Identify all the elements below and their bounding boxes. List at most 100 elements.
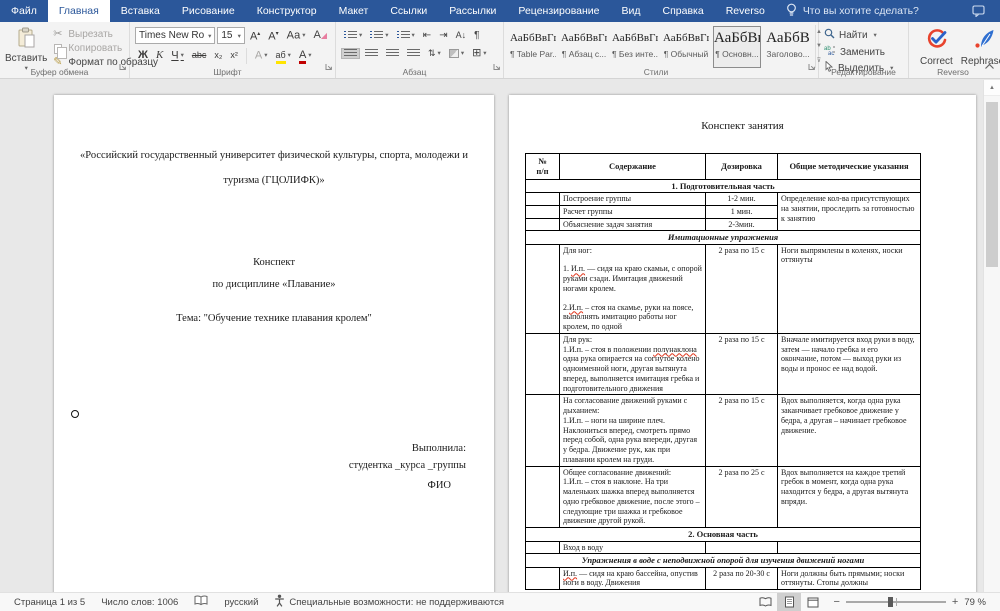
dosage-cell[interactable]: 2 раза по 15 с	[706, 333, 778, 395]
tab-mailings[interactable]: Рассылки	[438, 0, 507, 22]
style-abzac-s[interactable]: АаБбВвГг¶ Абзац с...	[560, 26, 608, 68]
read-mode-button[interactable]	[753, 593, 777, 611]
bold-button[interactable]: Ж	[135, 48, 151, 63]
print-layout-button[interactable]	[777, 593, 801, 611]
justify-button[interactable]	[404, 48, 423, 59]
zoom-slider-thumb[interactable]	[888, 597, 893, 607]
text-highlight-button[interactable]: аб	[273, 48, 294, 64]
notes-cell[interactable]: Ноги должны быть прямыми; носки оттянуты…	[778, 567, 921, 590]
decrease-indent-button[interactable]	[420, 28, 434, 43]
tell-me-search[interactable]: Что вы хотите сделать?	[786, 0, 919, 22]
dosage-cell[interactable]: 2 раза по 20-30 с	[706, 567, 778, 590]
align-left-button[interactable]	[341, 48, 360, 59]
zoom-out-button[interactable]: −	[833, 596, 839, 608]
collapse-ribbon-icon[interactable]	[984, 57, 995, 75]
grow-font-button[interactable]: А▴	[247, 27, 263, 45]
tab-insert[interactable]: Вставка	[110, 0, 171, 22]
tab-home[interactable]: Главная	[48, 0, 110, 22]
content-cell[interactable]: И.п. — сидя на краю бассейна, опустив но…	[560, 567, 706, 590]
language-indicator[interactable]: русский	[216, 597, 266, 608]
sort-button[interactable]	[453, 28, 470, 43]
content-cell[interactable]: Для рук:1.И.п. – стоя в положении полуна…	[560, 333, 706, 395]
bullet-list-button[interactable]	[341, 28, 365, 43]
zoom-slider[interactable]	[846, 601, 946, 603]
content-cell[interactable]: Построение группы	[560, 193, 706, 206]
font-color-button[interactable]: А	[296, 48, 315, 64]
tab-reverso[interactable]: Reverso	[715, 0, 776, 22]
font-size-select[interactable]: 15▾	[217, 27, 245, 44]
superscript-button[interactable]: х²	[227, 48, 241, 63]
shading-button[interactable]	[446, 46, 467, 61]
line-spacing-button[interactable]	[425, 46, 444, 61]
section-cell[interactable]: 1. Подготовительная часть	[526, 179, 921, 192]
scrollbar-thumb[interactable]	[986, 102, 998, 267]
dosage-cell[interactable]	[706, 541, 778, 554]
header-notes[interactable]: Общие методические указания	[778, 154, 921, 180]
zoom-level[interactable]: 79 %	[964, 597, 986, 608]
content-cell[interactable]: Для ног:1. И.п. — сидя на краю скамьи, с…	[560, 244, 706, 333]
header-num[interactable]: № п/п	[526, 154, 560, 180]
tab-draw[interactable]: Рисование	[171, 0, 246, 22]
reverso-correct-button[interactable]: Correct	[920, 28, 953, 67]
content-cell[interactable]: Расчет группы	[560, 205, 706, 218]
header-dosage[interactable]: Дозировка	[706, 154, 778, 180]
multilevel-list-button[interactable]	[394, 28, 418, 43]
dosage-cell[interactable]: 1-2 мин.	[706, 193, 778, 206]
accessibility-status[interactable]: Специальные возможности: не поддерживают…	[266, 594, 512, 610]
web-layout-button[interactable]	[801, 593, 825, 611]
num-cell[interactable]	[526, 244, 560, 333]
dosage-cell[interactable]: 2 раза по 25 с	[706, 466, 778, 528]
tab-review[interactable]: Рецензирование	[507, 0, 610, 22]
italic-button[interactable]: К	[153, 48, 166, 63]
paragraph-dialog-launcher-icon[interactable]	[493, 58, 501, 76]
dosage-cell[interactable]: 1 мин.	[706, 205, 778, 218]
clipboard-dialog-launcher-icon[interactable]	[119, 58, 127, 76]
underline-button[interactable]: Ч	[168, 48, 187, 63]
document-page-2[interactable]: Конспект занятия № п/п Содержание Дозиро…	[509, 95, 976, 592]
page-indicator[interactable]: Страница 1 из 5	[6, 597, 93, 608]
notes-cell[interactable]: Вдох выполняется на каждое третий гребок…	[778, 466, 921, 528]
section-cell[interactable]: 2. Основная часть	[526, 528, 921, 541]
subscript-button[interactable]: х₂	[211, 48, 225, 63]
increase-indent-button[interactable]	[436, 28, 450, 43]
change-case-button[interactable]: Аа	[284, 28, 309, 43]
content-cell[interactable]: Общее согласование движений:1.И.п. – сто…	[560, 466, 706, 528]
num-cell[interactable]	[526, 395, 560, 466]
content-cell[interactable]: Объяснение задач занятия	[560, 218, 706, 231]
borders-button[interactable]	[469, 46, 489, 61]
proofing-status[interactable]	[186, 595, 216, 609]
num-cell[interactable]	[526, 567, 560, 590]
replace-button[interactable]: abac Заменить	[824, 45, 903, 59]
num-cell[interactable]	[526, 218, 560, 231]
word-count[interactable]: Число слов: 1006	[93, 597, 186, 608]
styles-dialog-launcher-icon[interactable]	[808, 58, 816, 76]
content-cell[interactable]: На согласование движений руками с дыхани…	[560, 395, 706, 466]
font-dialog-launcher-icon[interactable]	[325, 58, 333, 76]
style-normal[interactable]: АаБбВвГг¶ Обычный	[662, 26, 710, 68]
tab-file[interactable]: Файл	[0, 0, 48, 22]
text-effects-button[interactable]: А	[252, 48, 271, 63]
numbered-list-button[interactable]	[367, 28, 391, 43]
header-content[interactable]: Содержание	[560, 154, 706, 180]
notes-cell[interactable]: Определение кол-ва присутствующих на зан…	[778, 193, 921, 231]
style-no-spacing[interactable]: АаБбВвГг¶ Без инте...	[611, 26, 659, 68]
tab-view[interactable]: Вид	[611, 0, 652, 22]
show-paragraph-marks-button[interactable]	[471, 28, 482, 43]
comments-icon[interactable]	[972, 0, 992, 22]
vertical-scrollbar[interactable]: ▲	[983, 80, 1000, 592]
tab-layout[interactable]: Макет	[328, 0, 380, 22]
dosage-cell[interactable]: 2 раза по 15 с	[706, 395, 778, 466]
content-cell[interactable]: Вход в воду	[560, 541, 706, 554]
notes-cell[interactable]: Ноги выпрямлены в коленях, носки оттянут…	[778, 244, 921, 333]
num-cell[interactable]	[526, 193, 560, 206]
shrink-font-button[interactable]: А▾	[265, 27, 281, 45]
dosage-cell[interactable]: 2-3мин.	[706, 218, 778, 231]
font-family-select[interactable]: Times New Ro▾	[135, 27, 215, 44]
paste-button[interactable]: Вставить	[5, 25, 47, 66]
num-cell[interactable]	[526, 205, 560, 218]
document-page-1[interactable]: «Российский государственный университет …	[54, 95, 494, 592]
notes-cell[interactable]: Вначале имитируется вход руки в воду, за…	[778, 333, 921, 395]
style-table-par[interactable]: АаБбВвГг¶ Table Par...	[509, 26, 557, 68]
num-cell[interactable]	[526, 541, 560, 554]
clear-formatting-button[interactable]: А◢	[311, 28, 331, 43]
